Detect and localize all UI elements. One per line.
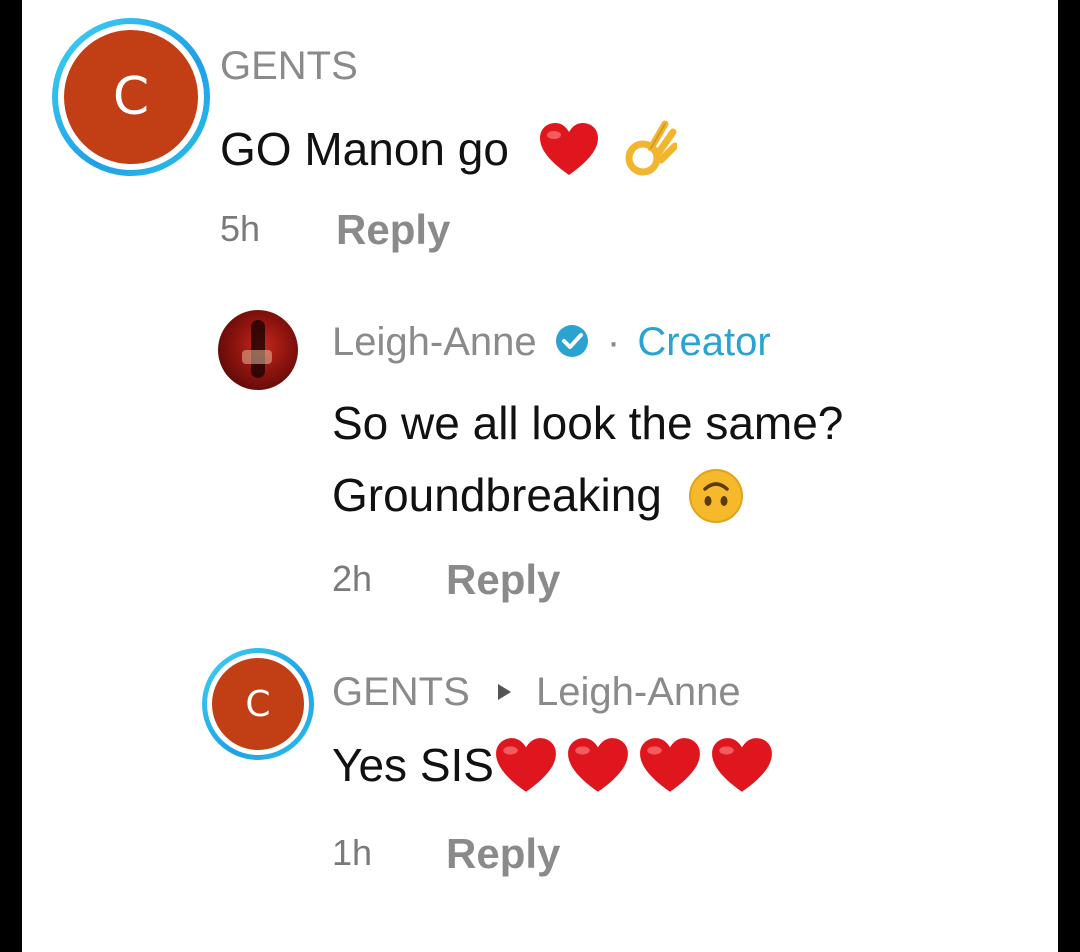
red-heart-icon — [640, 737, 700, 792]
comment-text: GO Manon go — [220, 120, 678, 180]
comment-reply: Leigh-Anne · Creator So we all look the … — [22, 300, 1058, 620]
reply-button[interactable]: Reply — [446, 556, 560, 604]
comment-top-level: C GENTS GO Manon go 5h Reply — [22, 0, 1058, 270]
reply-button[interactable]: Reply — [446, 830, 560, 878]
avatar-letter: C — [212, 658, 304, 750]
red-heart-icon — [712, 737, 772, 792]
comment-text: Yes SIS — [332, 737, 774, 796]
separator: · — [606, 320, 621, 364]
red-heart-icon — [496, 737, 556, 792]
upside-down-face-icon — [688, 468, 743, 523]
comment-thread: C GENTS GO Manon go 5h Reply Leigh-Anne — [22, 0, 1058, 952]
comment-time: 5h — [220, 208, 261, 249]
avatar[interactable] — [218, 310, 298, 390]
comment-text-line1: So we all look the same? — [332, 397, 844, 449]
comment-username[interactable]: GENTS — [332, 670, 470, 714]
comment-reply: C GENTS Leigh-Anne Yes SIS 1h Reply — [22, 640, 1058, 900]
comment-text-line2: Groundbreaking — [332, 468, 745, 525]
red-heart-icon — [539, 122, 598, 175]
avatar[interactable]: C — [202, 648, 314, 760]
reply-arrow-icon — [497, 684, 511, 700]
comment-time: 1h — [332, 832, 373, 873]
avatar-letter: C — [64, 30, 198, 164]
creator-badge: Creator — [637, 320, 771, 364]
red-heart-icon — [568, 737, 628, 792]
comment-time: 2h — [332, 558, 373, 599]
reply-button[interactable]: Reply — [336, 206, 450, 254]
comment-username-line: GENTS Leigh-Anne — [332, 670, 741, 715]
avatar[interactable]: C — [52, 18, 210, 176]
comment-username-line: Leigh-Anne · Creator — [332, 320, 771, 365]
ok-hand-icon — [625, 120, 678, 176]
comment-text-body: Groundbreaking — [332, 469, 662, 521]
comment-text-body: GO Manon go — [220, 123, 509, 175]
comment-username[interactable]: Leigh-Anne — [332, 320, 537, 364]
verified-badge-icon — [555, 325, 588, 357]
comment-text-body: Yes SIS — [332, 739, 494, 791]
comment-username[interactable]: GENTS — [220, 44, 358, 89]
reply-to-username[interactable]: Leigh-Anne — [536, 670, 741, 714]
